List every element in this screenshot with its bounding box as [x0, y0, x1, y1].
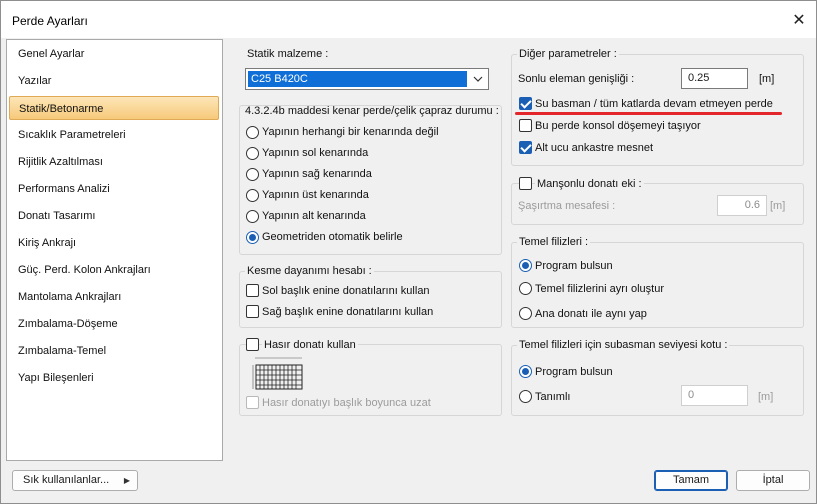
checkbox-mansonlu[interactable] — [519, 177, 532, 190]
sasirtma-label: Şaşırtma mesafesi : — [518, 200, 616, 212]
sidebar-item-rijitlik[interactable]: Rijitlik Azaltılması — [9, 150, 219, 174]
sidebar-item-kiris-ankraji[interactable]: Kiriş Ankrajı — [9, 231, 219, 255]
statik-malzeme-label: Statik malzeme : — [247, 48, 329, 60]
sidebar-item-mantolama[interactable]: Mantolama Ankrajları — [9, 285, 219, 309]
sidebar-item-yazilar[interactable]: Yazılar — [9, 69, 219, 93]
radio-kenar-5[interactable] — [246, 231, 259, 244]
statik-malzeme-value: C25 B420C — [248, 71, 467, 87]
radio-temel-0[interactable] — [519, 259, 532, 272]
subasman-input[interactable]: 0 — [681, 385, 748, 406]
checkbox-konsol[interactable] — [519, 119, 532, 132]
kenar-option-label: Yapının sol kenarında — [262, 147, 369, 159]
cancel-button[interactable]: İptal — [736, 470, 810, 491]
checkbox-sag-baslik[interactable] — [246, 305, 259, 318]
kenar-option-label: Yapının alt kenarında — [262, 210, 366, 222]
settings-dialog: Perde Ayarları ✕ Genel Ayarlar Yazılar S… — [0, 0, 817, 504]
subasman-label: Temel filizleri için subasman seviyesi k… — [517, 339, 730, 351]
kesme-label: Kesme dayanımı hesabı : — [245, 265, 374, 277]
checkbox-su-basman[interactable] — [519, 97, 532, 110]
annotation-underline — [515, 112, 782, 115]
sidebar-item-performans[interactable]: Performans Analizi — [9, 177, 219, 201]
radio-subasman-1[interactable] — [519, 390, 532, 403]
ok-button[interactable]: Tamam — [654, 470, 728, 491]
sonlu-eleman-input[interactable]: 0.25 — [681, 68, 748, 89]
sonlu-eleman-label: Sonlu eleman genişliği : — [518, 73, 635, 85]
radio-kenar-1[interactable] — [246, 147, 259, 160]
chevron-down-icon[interactable] — [468, 69, 488, 89]
temel-filizleri-label: Temel filizleri : — [517, 236, 591, 248]
checkbox-alt-ucu[interactable] — [519, 141, 532, 154]
sidebar-item-yapi-bilesenleri[interactable]: Yapı Bileşenleri — [9, 366, 219, 390]
radio-kenar-2[interactable] — [246, 168, 259, 181]
radio-kenar-0[interactable] — [246, 126, 259, 139]
radio-subasman-0[interactable] — [519, 365, 532, 378]
sidebar-item-guc-perd-kolon[interactable]: Güç. Perd. Kolon Ankrajları — [9, 258, 219, 282]
mesh-diagram-icon — [252, 357, 303, 390]
chevron-right-icon: ▶ — [123, 476, 130, 485]
sidebar-item-zimbalama-temel[interactable]: Zımbalama-Temel — [9, 339, 219, 363]
kenar-option-label: Yapının sağ kenarında — [262, 168, 372, 180]
temel-option-label: Ana donatı ile aynı yap — [535, 308, 647, 320]
sidebar-item-sicaklik[interactable]: Sıcaklık Parametreleri — [9, 123, 219, 147]
category-list: Genel Ayarlar Yazılar Statik/Betonarme S… — [6, 39, 223, 461]
temel-option-label: Program bulsun — [535, 260, 613, 272]
diger-parametreler-label: Diğer parametreler : — [517, 48, 619, 60]
checkbox-sol-baslik[interactable] — [246, 284, 259, 297]
kenar-perde-label: 4.3.2.4b maddesi kenar perde/çelik çapra… — [245, 105, 499, 117]
hasir-donati-label: Hasır donatı kullan — [262, 339, 358, 351]
subasman-option-label: Tanımlı — [535, 391, 571, 403]
temel-option-label: Temel filizlerini ayrı oluştur — [535, 283, 664, 295]
hasir-uzat-label: Hasır donatıyı başlık boyunca uzat — [262, 397, 431, 409]
frequent-settings-button[interactable]: Sık kullanılanlar... ▶ — [12, 470, 138, 491]
radio-kenar-4[interactable] — [246, 210, 259, 223]
radio-temel-1[interactable] — [519, 282, 532, 295]
sonlu-eleman-unit: [m] — [759, 73, 775, 85]
title-bar: Perde Ayarları ✕ — [1, 1, 816, 38]
sasirtma-input[interactable]: 0.6 — [717, 195, 767, 216]
subasman-unit: [m] — [758, 391, 774, 403]
window-title: Perde Ayarları — [12, 14, 88, 28]
frequent-settings-label: Sık kullanılanlar... — [23, 474, 110, 486]
kenar-option-label: Yapının üst kenarında — [262, 189, 369, 201]
statik-malzeme-select[interactable]: C25 B420C — [245, 68, 489, 90]
kenar-option-label: Yapının herhangi bir kenarında değil — [262, 126, 439, 138]
mansonlu-label: Manşonlu donatı eki : — [535, 178, 644, 190]
alt-ucu-label: Alt ucu ankastre mesnet — [535, 142, 654, 154]
sasirtma-unit: [m] — [770, 200, 786, 212]
sidebar-item-zimbalama-doseme[interactable]: Zımbalama-Döşeme — [9, 312, 219, 336]
checkbox-hasir-donati[interactable] — [246, 338, 259, 351]
sidebar-item-genel-ayarlar[interactable]: Genel Ayarlar — [9, 42, 219, 66]
kesme-group — [239, 271, 502, 328]
sidebar-item-donati-tasarimi[interactable]: Donatı Tasarımı — [9, 204, 219, 228]
radio-temel-2[interactable] — [519, 307, 532, 320]
sag-baslik-label: Sağ başlık enine donatılarını kullan — [262, 306, 434, 318]
sol-baslik-label: Sol başlık enine donatılarını kullan — [262, 285, 430, 297]
close-icon[interactable]: ✕ — [788, 9, 810, 31]
subasman-group — [511, 345, 804, 416]
su-basman-label: Su basman / tüm katlarda devam etmeyen p… — [535, 98, 773, 110]
radio-kenar-3[interactable] — [246, 189, 259, 202]
sidebar-item-statik-betonarme[interactable]: Statik/Betonarme — [9, 96, 219, 120]
subasman-option-label: Program bulsun — [535, 366, 613, 378]
checkbox-hasir-uzat[interactable] — [246, 396, 259, 409]
konsol-label: Bu perde konsol döşemeyi taşıyor — [535, 120, 701, 132]
kenar-option-label: Geometriden otomatik belirle — [262, 231, 403, 243]
